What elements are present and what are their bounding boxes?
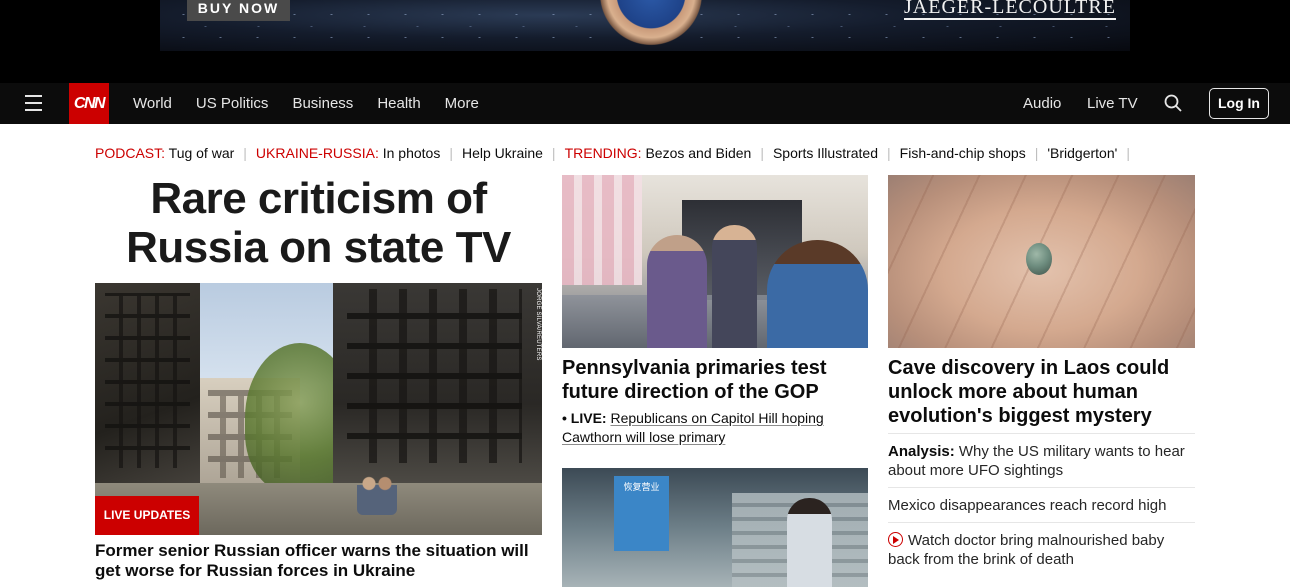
list-item-mexico[interactable]: Mexico disappearances reach record high <box>888 487 1195 522</box>
nav-link-business[interactable]: Business <box>280 83 365 124</box>
main-nav: CNN World US Politics Business Health Mo… <box>0 83 1290 124</box>
trending-item-bezos-biden[interactable]: TRENDING: Bezos and Biden <box>565 145 752 161</box>
ad-banner-area: BUY NOW JAEGER-LECOULTRE <box>0 0 1290 83</box>
hero-caption[interactable]: Former senior Russian officer warns the … <box>95 541 542 581</box>
play-icon <box>888 532 903 547</box>
pennsylvania-image[interactable] <box>562 175 868 348</box>
ad-brand-logo: JAEGER-LECOULTRE <box>904 0 1116 20</box>
search-icon[interactable] <box>1164 94 1182 112</box>
login-button[interactable]: Log In <box>1209 88 1269 119</box>
trending-item-ukraine-russia[interactable]: UKRAINE-RUSSIA: In photos <box>256 145 440 161</box>
trending-item-fish-chip[interactable]: Fish-and-chip shops <box>900 145 1026 161</box>
laos-cave-image[interactable] <box>888 175 1195 348</box>
trending-bar: PODCAST: Tug of war | UKRAINE-RUSSIA: In… <box>95 145 1130 161</box>
list-item-ufo[interactable]: Analysis: Why the US military wants to h… <box>888 433 1195 487</box>
nav-link-more[interactable]: More <box>433 83 491 124</box>
nav-link-health[interactable]: Health <box>365 83 432 124</box>
live-updates-badge[interactable]: LIVE UPDATES <box>95 496 199 535</box>
live-link[interactable]: • LIVE: Republicans on Capitol Hill hopi… <box>562 409 868 447</box>
list-item-doctor-video[interactable]: Watch doctor bring malnourished baby bac… <box>888 522 1195 576</box>
trending-item-sports-illustrated[interactable]: Sports Illustrated <box>773 145 878 161</box>
nav-audio-link[interactable]: Audio <box>1023 83 1061 124</box>
trending-item-podcast[interactable]: PODCAST: Tug of war <box>95 145 234 161</box>
nav-links: World US Politics Business Health More <box>121 83 491 124</box>
related-stories-list: Analysis: Why the US military wants to h… <box>888 433 1195 576</box>
shop-image[interactable]: 恢复营业 <box>562 468 868 587</box>
trending-item-help-ukraine[interactable]: Help Ukraine <box>462 145 543 161</box>
advertisement[interactable]: BUY NOW JAEGER-LECOULTRE <box>160 0 1130 51</box>
nav-live-tv-link[interactable]: Live TV <box>1087 83 1138 124</box>
ad-buy-now-button[interactable]: BUY NOW <box>187 0 290 21</box>
nav-link-world[interactable]: World <box>121 83 184 124</box>
pennsylvania-headline[interactable]: Pennsylvania primaries test future direc… <box>562 356 868 404</box>
shop-sign: 恢复营业 <box>614 476 669 551</box>
laos-headline[interactable]: Cave discovery in Laos could unlock more… <box>888 356 1195 428</box>
menu-icon[interactable] <box>25 95 42 111</box>
photo-credit: JORGE SILVA/REUTERS <box>535 288 541 361</box>
cnn-logo[interactable]: CNN <box>69 83 109 124</box>
hero-headline[interactable]: Rare criticism of Russia on state TV <box>95 174 542 272</box>
nav-link-us-politics[interactable]: US Politics <box>184 83 281 124</box>
trending-item-bridgerton[interactable]: 'Bridgerton' <box>1047 145 1117 161</box>
